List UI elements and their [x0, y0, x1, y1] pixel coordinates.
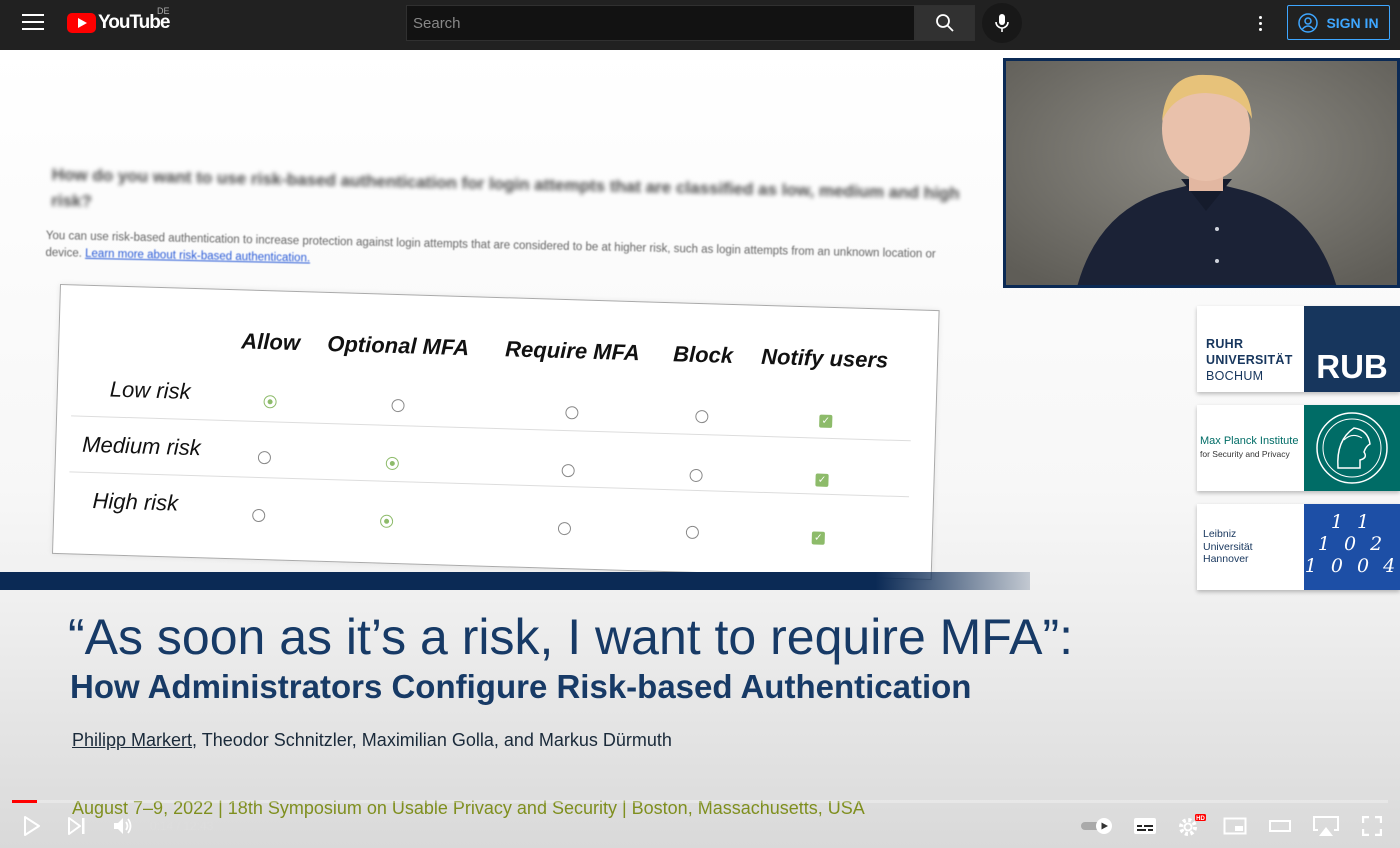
radio-medium-block [689, 468, 703, 483]
rub-line-2: UNIVERSITÄT [1206, 353, 1293, 367]
rba-settings-table: Allow Optional MFA Require MFA Block Not… [51, 284, 940, 580]
luh-line-1: Leibniz [1203, 528, 1237, 540]
luh-mark-line-1: 1 1 [1330, 511, 1374, 533]
miniplayer-icon [1223, 817, 1247, 835]
column-header-optional-mfa: Optional MFA [326, 330, 470, 361]
row-label-low-risk: Low risk [109, 376, 191, 404]
subtitles-button[interactable] [1132, 814, 1158, 838]
search-button[interactable] [915, 5, 975, 41]
theater-mode-button[interactable] [1267, 814, 1293, 838]
slide-question: How do you want to use risk-based authen… [50, 164, 960, 211]
next-icon [68, 817, 85, 835]
voice-search-button[interactable] [982, 3, 1022, 43]
slide-divider-bar [0, 572, 1030, 590]
check-medium-notify: ✓ [815, 473, 829, 487]
luh-line-3: Hannover [1203, 553, 1249, 565]
volume-icon [114, 818, 132, 834]
row-label-medium-risk: Medium risk [81, 431, 202, 461]
radio-medium-require-mfa [561, 463, 575, 478]
other-authors: , Theodor Schnitzler, Maximilian Golla, … [192, 730, 672, 750]
row-label-high-risk: High risk [92, 488, 179, 516]
rub-line-1: RUHR [1206, 337, 1244, 351]
youtube-play-icon [67, 13, 96, 33]
radio-high-allow [252, 508, 266, 523]
radio-high-require-mfa [557, 521, 572, 536]
column-header-require-mfa: Require MFA [504, 336, 641, 366]
settings-button[interactable]: HD [1176, 814, 1206, 838]
slide-subtitle: How Administrators Configure Risk-based … [70, 668, 972, 705]
more-options-icon[interactable] [1250, 10, 1270, 36]
progress-bar[interactable] [12, 800, 1388, 803]
sign-in-label: SIGN IN [1326, 14, 1379, 31]
minerva-emblem [1304, 405, 1400, 491]
cast-button[interactable] [1311, 814, 1341, 838]
fullscreen-button[interactable] [1360, 814, 1384, 838]
airplay-icon [1313, 816, 1339, 836]
svg-text:HD: HD [1196, 816, 1205, 822]
row-divider [69, 471, 910, 498]
rub-line-3: BOCHUM [1206, 369, 1264, 383]
search-placeholder: Search [413, 14, 461, 32]
account-icon [1298, 12, 1319, 33]
player-controls: 0:14 / 12:43 HD [0, 808, 1400, 844]
next-button[interactable] [64, 814, 90, 838]
radio-medium-optional-mfa [385, 456, 400, 471]
column-header-allow: Allow [241, 328, 301, 356]
theater-icon [1269, 820, 1291, 832]
rub-mark: RUB [1304, 306, 1400, 392]
radio-low-block [695, 409, 709, 424]
autoplay-icon [1081, 818, 1112, 834]
play-button[interactable] [20, 814, 44, 838]
slide-note-link: Learn more about risk-based authenticati… [84, 247, 311, 265]
video-player[interactable]: How do you want to use risk-based authen… [0, 50, 1400, 848]
radio-low-require-mfa [565, 406, 579, 420]
minerva-icon [1316, 412, 1388, 484]
rub-logo-text: RUHR UNIVERSITÄT BOCHUM [1206, 336, 1293, 384]
luh-mark: 1 1 1 0 2 1 0 0 4 [1304, 504, 1400, 590]
mpi-line-2: for Security and Privacy [1200, 449, 1290, 459]
masthead: YouTube DE Search SIGN IN [0, 0, 1400, 50]
radio-high-block [685, 525, 700, 540]
search-input[interactable]: Search [406, 5, 915, 41]
speaker-figure [1006, 61, 1397, 285]
menu-icon[interactable] [22, 14, 44, 32]
subtitles-icon [1134, 818, 1156, 834]
slide-title: “As soon as it’s a risk, I want to requi… [68, 609, 1073, 665]
luh-logo-text: Leibniz Universität Hannover [1203, 528, 1253, 566]
microphone-icon [995, 14, 1009, 32]
speaker-webcam [1003, 58, 1400, 288]
column-header-notify-users: Notify users [760, 343, 889, 373]
check-low-notify: ✓ [819, 414, 833, 428]
fullscreen-icon [1362, 816, 1382, 836]
radio-high-optional-mfa [379, 514, 394, 528]
column-header-block: Block [672, 341, 734, 368]
luh-mark-line-2: 1 0 2 [1317, 533, 1387, 555]
country-code: DE [157, 6, 170, 16]
rub-logo: RUHR UNIVERSITÄT BOCHUM RUB [1197, 306, 1400, 392]
slide-note: You can use risk-based authentication to… [45, 228, 956, 281]
play-icon [24, 816, 40, 836]
mute-button[interactable] [110, 814, 136, 838]
search-icon [936, 14, 954, 32]
luh-line-2: Universität [1203, 540, 1253, 553]
mpi-line-1: Max Planck Institute [1200, 435, 1299, 447]
radio-low-optional-mfa [391, 398, 405, 413]
time-display: 0:14 / 12:43 [150, 819, 214, 833]
progress-played [12, 800, 38, 803]
luh-mark-line-3: 1 0 0 4 [1304, 555, 1400, 577]
youtube-logo[interactable]: YouTube DE [67, 6, 170, 34]
autoplay-toggle[interactable] [1080, 814, 1114, 838]
sign-in-button[interactable]: SIGN IN [1287, 5, 1390, 40]
radio-low-allow [263, 395, 277, 409]
slide-authors: Philipp Markert, Theodor Schnitzler, Max… [72, 730, 672, 751]
radio-medium-allow [257, 450, 272, 465]
first-author: Philipp Markert [72, 730, 193, 750]
gear-icon: HD [1179, 814, 1206, 836]
miniplayer-button[interactable] [1222, 814, 1248, 838]
luh-logo: Leibniz Universität Hannover 1 1 1 0 2 1… [1197, 504, 1400, 590]
mpi-logo: Max Planck Institute for Security and Pr… [1197, 405, 1400, 491]
check-high-notify: ✓ [811, 531, 825, 545]
